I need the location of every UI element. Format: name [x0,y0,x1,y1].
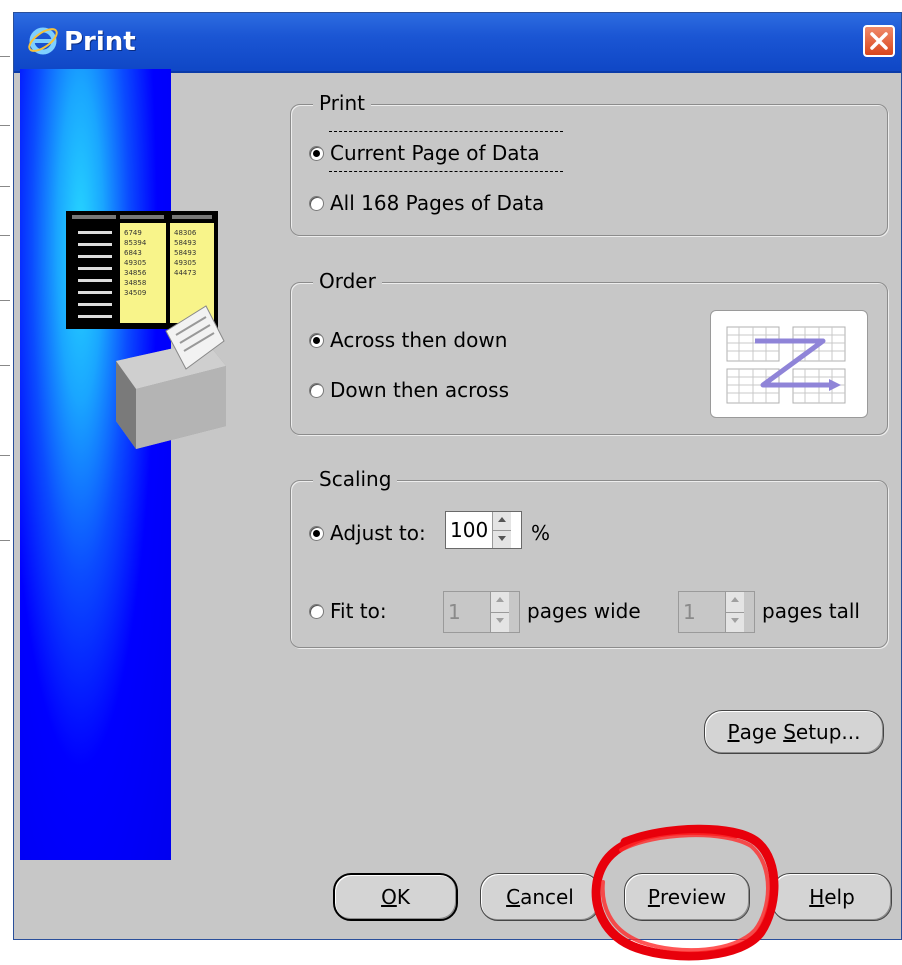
focus-indicator [329,131,563,132]
page-order-preview [710,310,868,418]
pages-tall-label: pages tall [762,599,860,623]
spin-down-arrow-icon[interactable] [493,530,511,548]
radio-label: All 168 Pages of Data [330,191,545,215]
button-label: ancel [520,885,574,909]
button-label: review [659,885,727,909]
pages-wide-label: pages wide [527,599,641,623]
printer-illustration: 6749 85394 6843 49305 34856 34858 34509 … [66,211,226,449]
spin-up-arrow-icon[interactable] [726,592,744,613]
sheet-number: 48306 [174,229,197,237]
print-group-label: Print [313,91,372,115]
close-button[interactable] [863,25,895,57]
sheet-number: 49305 [124,259,146,267]
radio-button[interactable] [309,195,324,211]
adjust-percent-input[interactable] [446,512,492,548]
radio-all-pages[interactable]: All 168 Pages of Data [309,191,544,215]
sheet-number: 44473 [174,269,196,277]
mnemonic-letter: P [647,885,660,909]
pages-tall-spinner[interactable] [678,591,755,633]
radio-down-then-across[interactable]: Down then across [309,378,509,402]
radio-label: Adjust to: [330,521,426,545]
mnemonic-letter: H [809,885,825,909]
page-setup-button[interactable]: Page Setup... [704,710,884,754]
radio-label: Current Page of Data [330,141,540,165]
radio-button[interactable] [309,525,324,541]
radio-button[interactable] [309,332,324,348]
sheet-number: 58493 [174,249,196,257]
title-bar[interactable]: Print [14,13,901,73]
button-label: K [396,885,410,909]
pages-wide-input[interactable] [444,592,490,632]
adjust-percent-spinner[interactable] [445,511,522,549]
pages-tall-input[interactable] [679,592,725,632]
radio-label: Fit to: [330,599,387,623]
spin-up-arrow-icon[interactable] [493,512,511,531]
scaling-group-label: Scaling [313,467,398,491]
sheet-number: 6749 [124,229,142,237]
button-label: age [739,720,784,744]
page-order-group: Order Across then down Down then across [290,269,888,435]
sheet-number: 34509 [124,289,146,297]
ok-button[interactable]: OK [333,873,458,921]
radio-label: Down then across [330,378,509,402]
scaling-group: Scaling Adjust to: % Fit to: pages wide [290,467,888,648]
radio-adjust-to[interactable]: Adjust to: [309,521,426,545]
spin-down-arrow-icon[interactable] [726,612,744,632]
radio-fit-to[interactable]: Fit to: [309,599,387,623]
sheet-number: 34856 [124,269,147,277]
button-label: etup... [795,720,861,744]
cancel-button[interactable]: Cancel [480,873,600,921]
background-window-edge [0,0,14,963]
help-button[interactable]: Help [772,873,892,921]
pages-wide-spinner[interactable] [443,591,520,633]
sheet-number: 34858 [124,279,146,287]
side-banner: 6749 85394 6843 49305 34856 34858 34509 … [20,69,226,860]
radio-button[interactable] [309,382,324,398]
radio-button[interactable] [309,603,324,619]
sheet-number: 85394 [124,239,147,247]
print-range-group: Print Current Page of Data All 168 Pages… [290,91,888,236]
percent-sign: % [531,521,551,545]
focus-indicator [329,171,563,172]
mnemonic-letter: S [783,720,796,744]
radio-button[interactable] [309,145,324,161]
mnemonic-letter: O [381,885,397,909]
close-icon [870,32,888,50]
page-order-diagram-icon [726,326,846,404]
preview-button[interactable]: Preview [624,873,750,921]
print-dialog: Print 6749 85394 6843 49305 34856 34858 … [13,12,902,940]
mnemonic-letter: P [727,720,740,744]
sheet-number: 49305 [174,259,196,267]
order-group-label: Order [313,269,382,293]
radio-across-then-down[interactable]: Across then down [309,328,507,352]
radio-label: Across then down [330,328,508,352]
window-title: Print [64,27,136,57]
spin-down-arrow-icon[interactable] [491,612,509,632]
mnemonic-letter: C [506,885,521,909]
sheet-number: 6843 [124,249,142,257]
sheet-number: 58493 [174,239,196,247]
internet-explorer-icon [28,27,58,55]
radio-current-page[interactable]: Current Page of Data [309,141,540,165]
spin-up-arrow-icon[interactable] [491,592,509,613]
button-label: elp [824,885,855,909]
